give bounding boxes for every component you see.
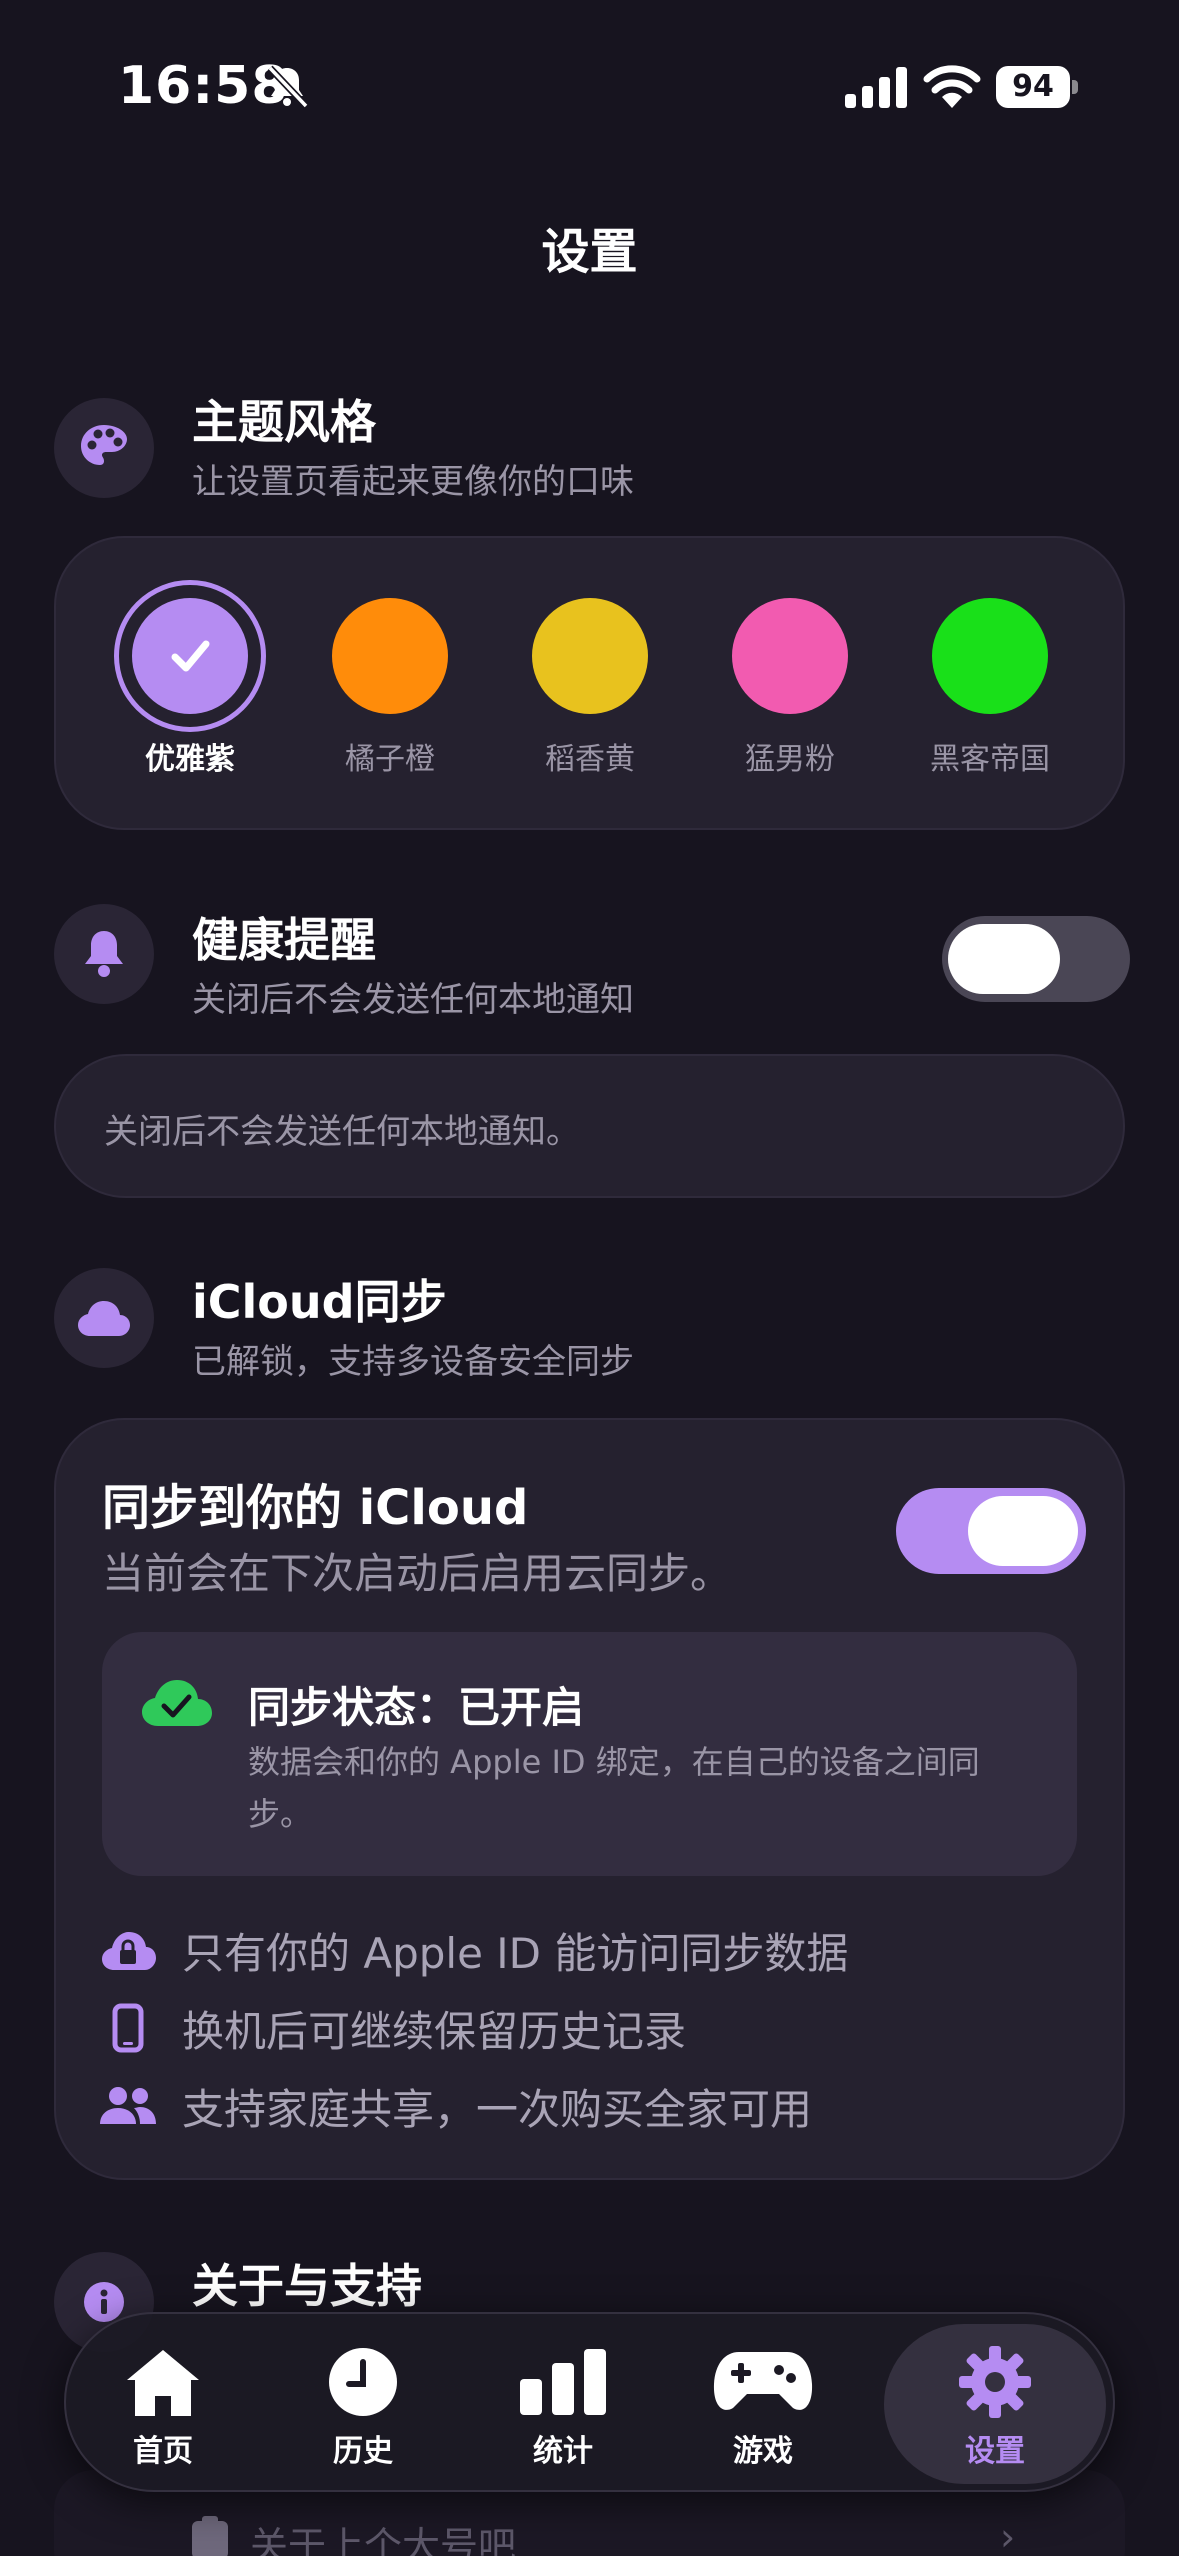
icloud-card: 同步到你的 iCloud 当前会在下次启动后启用云同步。 同步状态：已开启 数据… xyxy=(54,1418,1125,2180)
tab-stats[interactable]: 统计 xyxy=(468,2324,658,2484)
feature-text: 换机后可继续保留历史记录 xyxy=(182,2006,687,2056)
theme-label-pink: 猛男粉 xyxy=(745,742,835,777)
tab-label: 游戏 xyxy=(733,2434,793,2469)
bell-icon xyxy=(54,904,154,1004)
icloud-sync-subtitle: 当前会在下次启动后启用云同步。 xyxy=(102,1549,733,1598)
feature-text: 支持家庭共享，一次购买全家可用 xyxy=(182,2084,813,2134)
icloud-section-title: iCloud同步 xyxy=(192,1275,447,1329)
phone-icon xyxy=(96,1998,160,2058)
lock-cloud-icon xyxy=(96,1920,160,1980)
theme-label-green: 黑客帝国 xyxy=(930,742,1050,777)
clock-icon xyxy=(327,2346,399,2418)
toggle-knob xyxy=(948,924,1060,994)
palette-icon xyxy=(54,398,154,498)
health-section-title: 健康提醒 xyxy=(192,913,376,967)
sync-status-box: 同步状态：已开启 数据会和你的 Apple ID 绑定，在自己的设备之间同步。 xyxy=(102,1632,1077,1876)
tab-bar: 首页 历史 统计 游戏 设置 xyxy=(64,2312,1115,2492)
about-peek-item[interactable]: 关于上个大号吧 xyxy=(250,2515,516,2556)
family-icon xyxy=(96,2076,160,2136)
health-section-subtitle: 关闭后不会发送任何本地通知 xyxy=(192,980,634,1020)
battery-indicator: 94 xyxy=(996,66,1078,108)
cloud-icon xyxy=(54,1268,154,1368)
swatch-orange xyxy=(332,598,448,714)
tab-history[interactable]: 历史 xyxy=(268,2324,458,2484)
battery-tip xyxy=(1072,80,1078,94)
theme-section-subtitle: 让设置页看起来更像你的口味 xyxy=(192,462,634,502)
chevron-right-icon: › xyxy=(1000,2515,1016,2556)
feature-item: 支持家庭共享，一次购买全家可用 xyxy=(96,2076,812,2136)
clipboard-icon xyxy=(192,2516,228,2556)
swatch-green xyxy=(932,598,1048,714)
tab-label: 统计 xyxy=(533,2434,593,2469)
battery-level: 94 xyxy=(996,66,1070,108)
swatch-yellow xyxy=(532,598,648,714)
icloud-sync-toggle[interactable] xyxy=(896,1488,1086,1574)
tab-label: 设置 xyxy=(965,2434,1025,2469)
tab-label: 首页 xyxy=(133,2434,193,2469)
tab-home[interactable]: 首页 xyxy=(68,2324,258,2484)
sync-status-description: 数据会和你的 Apple ID 绑定，在自己的设备之间同步。 xyxy=(248,1743,980,1833)
gear-icon xyxy=(957,2346,1033,2418)
theme-label-orange: 橘子橙 xyxy=(345,742,435,777)
bar-chart-icon xyxy=(520,2346,606,2418)
status-bar: 16:58 94 xyxy=(0,0,1179,170)
page-title: 设置 xyxy=(541,224,638,280)
toggle-knob xyxy=(968,1496,1078,1566)
about-section-title: 关于与支持 xyxy=(192,2259,422,2313)
checkmark-icon xyxy=(171,640,210,672)
tab-label: 历史 xyxy=(333,2434,393,2469)
health-toggle[interactable] xyxy=(942,916,1130,1002)
cellular-signal-icon xyxy=(845,67,907,108)
icloud-section-subtitle: 已解锁，支持多设备安全同步 xyxy=(192,1342,634,1382)
health-note-text: 关闭后不会发送任何本地通知。 xyxy=(104,1112,580,1152)
feature-item: 换机后可继续保留历史记录 xyxy=(96,1998,686,2058)
wifi-icon xyxy=(923,65,981,108)
sync-status-title: 同步状态：已开启 xyxy=(248,1683,585,1732)
cloud-check-icon xyxy=(142,1680,212,1726)
swatch-pink xyxy=(732,598,848,714)
feature-text: 只有你的 Apple ID 能访问同步数据 xyxy=(182,1928,849,1978)
home-icon xyxy=(123,2346,203,2418)
feature-item: 只有你的 Apple ID 能访问同步数据 xyxy=(96,1920,848,1980)
health-note-card: 关闭后不会发送任何本地通知。 xyxy=(54,1054,1125,1198)
tab-settings[interactable]: 设置 xyxy=(884,2324,1106,2484)
theme-label-yellow: 稻香黄 xyxy=(545,742,635,777)
theme-label-purple: 优雅紫 xyxy=(145,742,235,777)
theme-card: 优雅紫 橘子橙 稻香黄 猛男粉 黑客帝国 xyxy=(54,536,1125,830)
tab-games[interactable]: 游戏 xyxy=(668,2324,858,2484)
gamepad-icon xyxy=(713,2346,813,2418)
bell-slash-icon xyxy=(267,65,309,109)
icloud-sync-title: 同步到你的 iCloud xyxy=(102,1480,529,1536)
theme-section-title: 主题风格 xyxy=(192,395,376,449)
